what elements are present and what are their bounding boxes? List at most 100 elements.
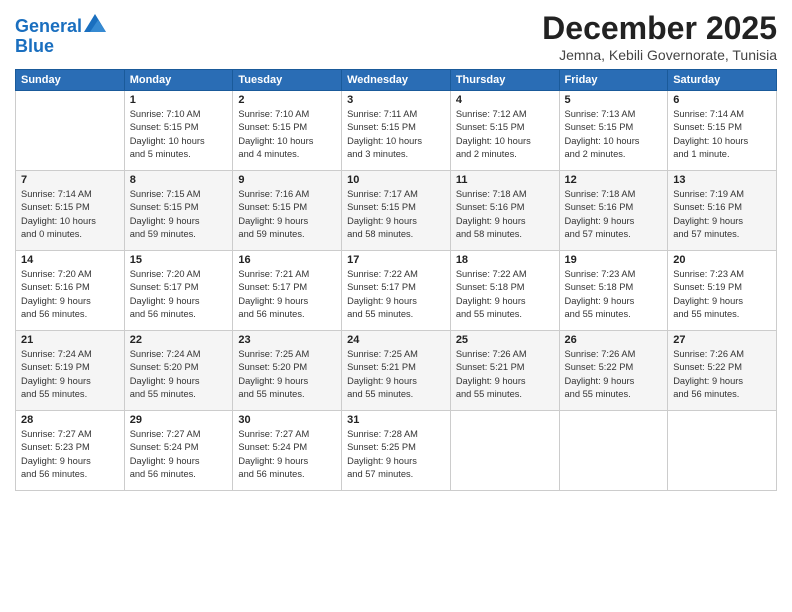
day-number: 17 xyxy=(347,254,445,266)
day-number: 26 xyxy=(565,334,663,346)
day-info: Sunrise: 7:27 AMSunset: 5:24 PMDaylight:… xyxy=(130,428,228,482)
day-number: 31 xyxy=(347,414,445,426)
day-info: Sunrise: 7:22 AMSunset: 5:18 PMDaylight:… xyxy=(456,268,554,322)
day-cell: 9Sunrise: 7:16 AMSunset: 5:15 PMDaylight… xyxy=(233,171,342,251)
day-info: Sunrise: 7:26 AMSunset: 5:22 PMDaylight:… xyxy=(673,348,771,402)
day-number: 22 xyxy=(130,334,228,346)
day-info: Sunrise: 7:15 AMSunset: 5:15 PMDaylight:… xyxy=(130,188,228,242)
day-info: Sunrise: 7:26 AMSunset: 5:21 PMDaylight:… xyxy=(456,348,554,402)
day-cell: 6 Sunrise: 7:14 AMSunset: 5:15 PMDaylight… xyxy=(668,91,777,171)
day-cell: 19Sunrise: 7:23 AMSunset: 5:18 PMDayligh… xyxy=(559,251,668,331)
day-info: Sunrise: 7:13 AMSunset: 5:15 PMDaylight:… xyxy=(565,108,663,162)
day-cell: 13Sunrise: 7:19 AMSunset: 5:16 PMDayligh… xyxy=(668,171,777,251)
day-info: Sunrise: 7:19 AMSunset: 5:16 PMDaylight:… xyxy=(673,188,771,242)
day-info: Sunrise: 7:18 AMSunset: 5:16 PMDaylight:… xyxy=(456,188,554,242)
day-cell: 27 Sunrise: 7:26 AMSunset: 5:22 PMDayligh… xyxy=(668,331,777,411)
page: General Blue December 2025 Jemna, Kebili… xyxy=(0,0,792,612)
logo-icon xyxy=(84,14,106,32)
day-cell: 12 Sunrise: 7:18 AMSunset: 5:16 PMDayligh… xyxy=(559,171,668,251)
day-number: 18 xyxy=(456,254,554,266)
day-number: 28 xyxy=(21,414,119,426)
logo-general: General xyxy=(15,16,82,36)
day-number: 5 xyxy=(565,94,663,106)
day-cell: 20 Sunrise: 7:23 AMSunset: 5:19 PMDayligh… xyxy=(668,251,777,331)
header-cell-thursday: Thursday xyxy=(450,70,559,91)
day-cell: 26Sunrise: 7:26 AMSunset: 5:22 PMDayligh… xyxy=(559,331,668,411)
day-number: 8 xyxy=(130,174,228,186)
day-cell: 5 Sunrise: 7:13 AMSunset: 5:15 PMDaylight… xyxy=(559,91,668,171)
day-cell: 11 Sunrise: 7:18 AMSunset: 5:16 PMDayligh… xyxy=(450,171,559,251)
day-info: Sunrise: 7:27 AMSunset: 5:24 PMDaylight:… xyxy=(238,428,336,482)
day-number: 30 xyxy=(238,414,336,426)
day-cell xyxy=(450,411,559,491)
day-cell: 22 Sunrise: 7:24 AMSunset: 5:20 PMDayligh… xyxy=(124,331,233,411)
day-info: Sunrise: 7:20 AMSunset: 5:17 PMDaylight:… xyxy=(130,268,228,322)
day-cell: 7 Sunrise: 7:14 AMSunset: 5:15 PMDaylight… xyxy=(16,171,125,251)
day-number: 2 xyxy=(238,94,336,106)
logo-text: General xyxy=(15,14,106,37)
day-info: Sunrise: 7:17 AMSunset: 5:15 PMDaylight:… xyxy=(347,188,445,242)
day-number: 10 xyxy=(347,174,445,186)
day-info: Sunrise: 7:27 AMSunset: 5:23 PMDaylight:… xyxy=(21,428,119,482)
day-info: Sunrise: 7:10 AMSunset: 5:15 PMDaylight:… xyxy=(130,108,228,162)
day-cell: 17Sunrise: 7:22 AMSunset: 5:17 PMDayligh… xyxy=(342,251,451,331)
day-cell: 1 Sunrise: 7:10 AMSunset: 5:15 PMDaylight… xyxy=(124,91,233,171)
day-info: Sunrise: 7:20 AMSunset: 5:16 PMDaylight:… xyxy=(21,268,119,322)
day-number: 21 xyxy=(21,334,119,346)
week-row-4: 21 Sunrise: 7:24 AMSunset: 5:19 PMDayligh… xyxy=(16,331,777,411)
day-number: 25 xyxy=(456,334,554,346)
day-number: 11 xyxy=(456,174,554,186)
day-cell xyxy=(668,411,777,491)
day-number: 3 xyxy=(347,94,445,106)
week-row-2: 7 Sunrise: 7:14 AMSunset: 5:15 PMDaylight… xyxy=(16,171,777,251)
day-cell: 3Sunrise: 7:11 AMSunset: 5:15 PMDaylight… xyxy=(342,91,451,171)
week-row-3: 14Sunrise: 7:20 AMSunset: 5:16 PMDayligh… xyxy=(16,251,777,331)
day-info: Sunrise: 7:23 AMSunset: 5:18 PMDaylight:… xyxy=(565,268,663,322)
day-info: Sunrise: 7:25 AMSunset: 5:20 PMDaylight:… xyxy=(238,348,336,402)
day-info: Sunrise: 7:12 AMSunset: 5:15 PMDaylight:… xyxy=(456,108,554,162)
day-cell: 15Sunrise: 7:20 AMSunset: 5:17 PMDayligh… xyxy=(124,251,233,331)
day-cell: 2 Sunrise: 7:10 AMSunset: 5:15 PMDaylight… xyxy=(233,91,342,171)
day-number: 1 xyxy=(130,94,228,106)
day-cell: 23 Sunrise: 7:25 AMSunset: 5:20 PMDayligh… xyxy=(233,331,342,411)
day-info: Sunrise: 7:14 AMSunset: 5:15 PMDaylight:… xyxy=(21,188,119,242)
day-number: 12 xyxy=(565,174,663,186)
header-cell-friday: Friday xyxy=(559,70,668,91)
day-cell: 29 Sunrise: 7:27 AMSunset: 5:24 PMDayligh… xyxy=(124,411,233,491)
day-cell: 4 Sunrise: 7:12 AMSunset: 5:15 PMDaylight… xyxy=(450,91,559,171)
day-info: Sunrise: 7:16 AMSunset: 5:15 PMDaylight:… xyxy=(238,188,336,242)
day-number: 4 xyxy=(456,94,554,106)
day-cell: 24Sunrise: 7:25 AMSunset: 5:21 PMDayligh… xyxy=(342,331,451,411)
logo: General Blue xyxy=(15,14,106,57)
day-number: 6 xyxy=(673,94,771,106)
day-info: Sunrise: 7:10 AMSunset: 5:15 PMDaylight:… xyxy=(238,108,336,162)
day-cell: 14Sunrise: 7:20 AMSunset: 5:16 PMDayligh… xyxy=(16,251,125,331)
day-info: Sunrise: 7:24 AMSunset: 5:20 PMDaylight:… xyxy=(130,348,228,402)
title-block: December 2025 Jemna, Kebili Governorate,… xyxy=(542,10,777,63)
day-number: 7 xyxy=(21,174,119,186)
day-cell: 31 Sunrise: 7:28 AMSunset: 5:25 PMDayligh… xyxy=(342,411,451,491)
day-number: 20 xyxy=(673,254,771,266)
day-info: Sunrise: 7:21 AMSunset: 5:17 PMDaylight:… xyxy=(238,268,336,322)
day-number: 27 xyxy=(673,334,771,346)
day-info: Sunrise: 7:24 AMSunset: 5:19 PMDaylight:… xyxy=(21,348,119,402)
day-info: Sunrise: 7:25 AMSunset: 5:21 PMDaylight:… xyxy=(347,348,445,402)
day-cell: 10 Sunrise: 7:17 AMSunset: 5:15 PMDayligh… xyxy=(342,171,451,251)
day-info: Sunrise: 7:14 AMSunset: 5:15 PMDaylight:… xyxy=(673,108,771,162)
header-cell-saturday: Saturday xyxy=(668,70,777,91)
day-number: 16 xyxy=(238,254,336,266)
day-cell: 25 Sunrise: 7:26 AMSunset: 5:21 PMDayligh… xyxy=(450,331,559,411)
day-info: Sunrise: 7:18 AMSunset: 5:16 PMDaylight:… xyxy=(565,188,663,242)
header-cell-monday: Monday xyxy=(124,70,233,91)
header: General Blue December 2025 Jemna, Kebili… xyxy=(15,10,777,63)
logo-blue-text: Blue xyxy=(15,36,54,56)
day-number: 23 xyxy=(238,334,336,346)
header-cell-sunday: Sunday xyxy=(16,70,125,91)
day-cell: 16 Sunrise: 7:21 AMSunset: 5:17 PMDayligh… xyxy=(233,251,342,331)
header-cell-wednesday: Wednesday xyxy=(342,70,451,91)
day-number: 29 xyxy=(130,414,228,426)
day-info: Sunrise: 7:28 AMSunset: 5:25 PMDaylight:… xyxy=(347,428,445,482)
day-cell: 28 Sunrise: 7:27 AMSunset: 5:23 PMDayligh… xyxy=(16,411,125,491)
day-info: Sunrise: 7:23 AMSunset: 5:19 PMDaylight:… xyxy=(673,268,771,322)
logo-blue: Blue xyxy=(15,37,106,57)
